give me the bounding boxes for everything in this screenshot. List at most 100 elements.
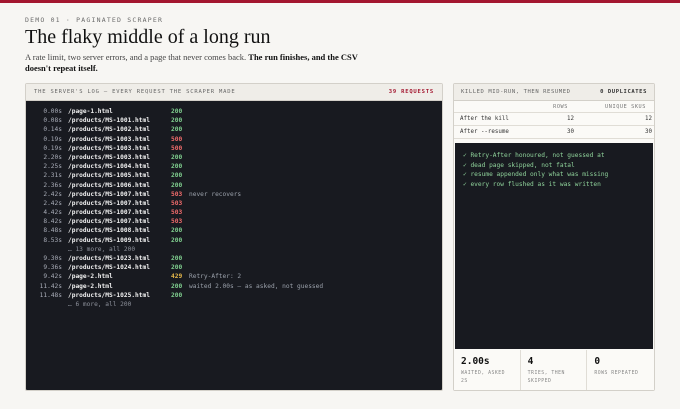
log-row: 2.42s/products/MS-1007.html 503 bbox=[34, 199, 434, 208]
log-row: 0.14s/products/MS-1002.html 200 bbox=[34, 125, 434, 134]
log-status: 200 bbox=[171, 117, 183, 125]
check-item: ✓ every row flushed as it was written bbox=[463, 180, 601, 188]
row-rows-value: 12 bbox=[567, 116, 574, 122]
request-count: 39 REQUESTS bbox=[388, 89, 434, 95]
log-status: 200 bbox=[171, 163, 183, 171]
log-skip-row: … 6 more, all 200 bbox=[34, 300, 434, 309]
subtitle-text: A rate limit, two server errors, and a p… bbox=[25, 52, 249, 62]
log-time: 0.19s bbox=[43, 144, 62, 152]
col-rows-label: ROWS bbox=[553, 103, 568, 110]
server-log-panel: THE SERVER'S LOG — EVERY REQUEST THE SCR… bbox=[25, 83, 443, 391]
log-row: 8.53s/products/MS-1009.html 200 bbox=[34, 236, 434, 245]
stat-waited: 2.00s WAITED, ASKED 2S bbox=[454, 350, 521, 390]
log-status: 503 bbox=[171, 199, 183, 207]
stat-label: TRIES, THEN SKIPPED bbox=[527, 371, 565, 384]
log-row: 11.42s/page-2.html 200 waited 2.00s — as a… bbox=[34, 282, 434, 291]
log-row: 0.08s/products/MS-1001.html 200 bbox=[34, 116, 434, 125]
page-subtitle: A rate limit, two server errors, and a p… bbox=[25, 52, 365, 74]
stat-label: WAITED, ASKED 2S bbox=[461, 371, 506, 384]
log-status: 200 bbox=[171, 255, 183, 262]
log-status: 200 bbox=[171, 236, 183, 244]
log-row: 2.25s/products/MS-1004.html 200 bbox=[34, 162, 434, 171]
server-log-body[interactable]: 0.00s/page-1.html 200 0.08s/products/MS-10… bbox=[26, 101, 442, 315]
log-time: 0.19s bbox=[43, 135, 62, 143]
log-time: 11.42s bbox=[39, 282, 62, 290]
table-row: After --resume 30 30 bbox=[454, 126, 654, 139]
log-path: /products/MS-1024.html bbox=[68, 264, 150, 272]
log-time: 8.48s bbox=[43, 227, 62, 235]
log-status: 200 bbox=[171, 153, 183, 161]
log-row: 8.42s/products/MS-1007.html 503 bbox=[34, 217, 434, 226]
server-log-header: THE SERVER'S LOG — EVERY REQUEST THE SCR… bbox=[26, 84, 442, 101]
log-row: 2.31s/products/MS-1005.html 200 bbox=[34, 171, 434, 180]
log-path: /products/MS-1003.html bbox=[68, 144, 150, 152]
log-time: 8.42s bbox=[43, 218, 62, 226]
resume-table-header: ROWS UNIQUE SKUS bbox=[454, 101, 654, 113]
col-skus-label: UNIQUE SKUS bbox=[605, 103, 646, 110]
log-skip-row: … 13 more, all 200 bbox=[34, 245, 434, 254]
table-row: After the kill 12 12 bbox=[454, 113, 654, 126]
log-row: 0.19s/products/MS-1003.html 500 bbox=[34, 144, 434, 153]
stat-value: 0 bbox=[594, 356, 601, 367]
log-path: /products/MS-1007.html bbox=[68, 190, 150, 198]
resume-heading: KILLED MID-RUN, THEN RESUMED bbox=[461, 89, 571, 95]
log-path: /products/MS-1001.html bbox=[68, 117, 150, 125]
log-path: /products/MS-1002.html bbox=[68, 126, 150, 134]
stat-tries: 4 TRIES, THEN SKIPPED bbox=[521, 350, 588, 390]
resume-panel-header: KILLED MID-RUN, THEN RESUMED 0 DUPLICATE… bbox=[454, 84, 654, 101]
log-path: /products/MS-1003.html bbox=[68, 135, 150, 143]
log-status: 200 bbox=[171, 126, 183, 134]
log-path: /page-2.html bbox=[68, 282, 113, 290]
log-path: /products/MS-1007.html bbox=[68, 218, 150, 226]
log-status: 200 bbox=[171, 291, 183, 299]
log-status: 200 bbox=[171, 172, 183, 180]
log-row: 9.42s/page-2.html 429 Retry-After: 2 bbox=[34, 272, 434, 281]
check-item: ✓ resume appended only what was missing bbox=[463, 171, 609, 179]
log-note: Retry-After: 2 bbox=[189, 273, 242, 281]
log-path: /products/MS-1007.html bbox=[68, 209, 150, 217]
row-skus-value: 12 bbox=[645, 116, 652, 122]
log-note: never recovers bbox=[189, 190, 242, 198]
log-time: 0.14s bbox=[43, 126, 62, 134]
row-label: After the kill bbox=[460, 116, 509, 122]
log-row: 9.36s/products/MS-1024.html 200 bbox=[34, 263, 434, 272]
server-log-heading: THE SERVER'S LOG — EVERY REQUEST THE SCR… bbox=[34, 89, 236, 95]
log-path: /products/MS-1006.html bbox=[68, 181, 150, 189]
log-status: 503 bbox=[171, 190, 183, 198]
duplicates-count: 0 DUPLICATES bbox=[600, 89, 647, 95]
stats-row: 2.00s WAITED, ASKED 2S 4 TRIES, THEN SKI… bbox=[454, 350, 654, 390]
row-rows-value: 30 bbox=[567, 129, 574, 135]
log-row: 0.00s/page-1.html 200 bbox=[34, 107, 434, 116]
log-time: 2.31s bbox=[43, 172, 62, 180]
log-status: 503 bbox=[171, 218, 183, 226]
log-status: 200 bbox=[171, 181, 183, 189]
log-note: waited 2.00s — as asked, not guessed bbox=[189, 282, 324, 290]
log-time: 2.20s bbox=[43, 153, 62, 161]
log-row: 8.48s/products/MS-1008.html 200 bbox=[34, 226, 434, 235]
log-skip-text: … 6 more, all 200 bbox=[68, 300, 132, 308]
top-accent-bar bbox=[0, 0, 680, 3]
log-row: 2.42s/products/MS-1007.html 503 never reco… bbox=[34, 190, 434, 199]
log-time: 2.42s bbox=[43, 190, 62, 198]
log-time: 0.00s bbox=[43, 108, 62, 115]
log-row: 2.20s/products/MS-1003.html 200 bbox=[34, 153, 434, 162]
log-time: 9.30s bbox=[43, 255, 62, 262]
log-time: 0.08s bbox=[43, 117, 62, 125]
log-status: 500 bbox=[171, 144, 183, 152]
log-path: /products/MS-1007.html bbox=[68, 199, 150, 207]
log-path: /products/MS-1009.html bbox=[68, 236, 150, 244]
stat-value: 4 bbox=[527, 356, 534, 367]
log-skip-text: … 13 more, all 200 bbox=[68, 245, 136, 253]
log-status: 503 bbox=[171, 209, 183, 217]
log-time: 4.42s bbox=[43, 209, 62, 217]
log-row: 2.36s/products/MS-1006.html 200 bbox=[34, 181, 434, 190]
log-time: 2.42s bbox=[43, 199, 62, 207]
log-row: 4.42s/products/MS-1007.html 503 bbox=[34, 208, 434, 217]
check-item: ✓ Retry-After honoured, not guessed at bbox=[463, 152, 605, 159]
log-path: /products/MS-1004.html bbox=[68, 163, 150, 171]
page-title: The flaky middle of a long run bbox=[25, 26, 271, 48]
row-skus-value: 30 bbox=[645, 129, 652, 135]
log-path: /products/MS-1025.html bbox=[68, 291, 150, 299]
log-status: 200 bbox=[171, 108, 183, 115]
stat-repeated: 0 ROWS REPEATED bbox=[587, 350, 654, 390]
